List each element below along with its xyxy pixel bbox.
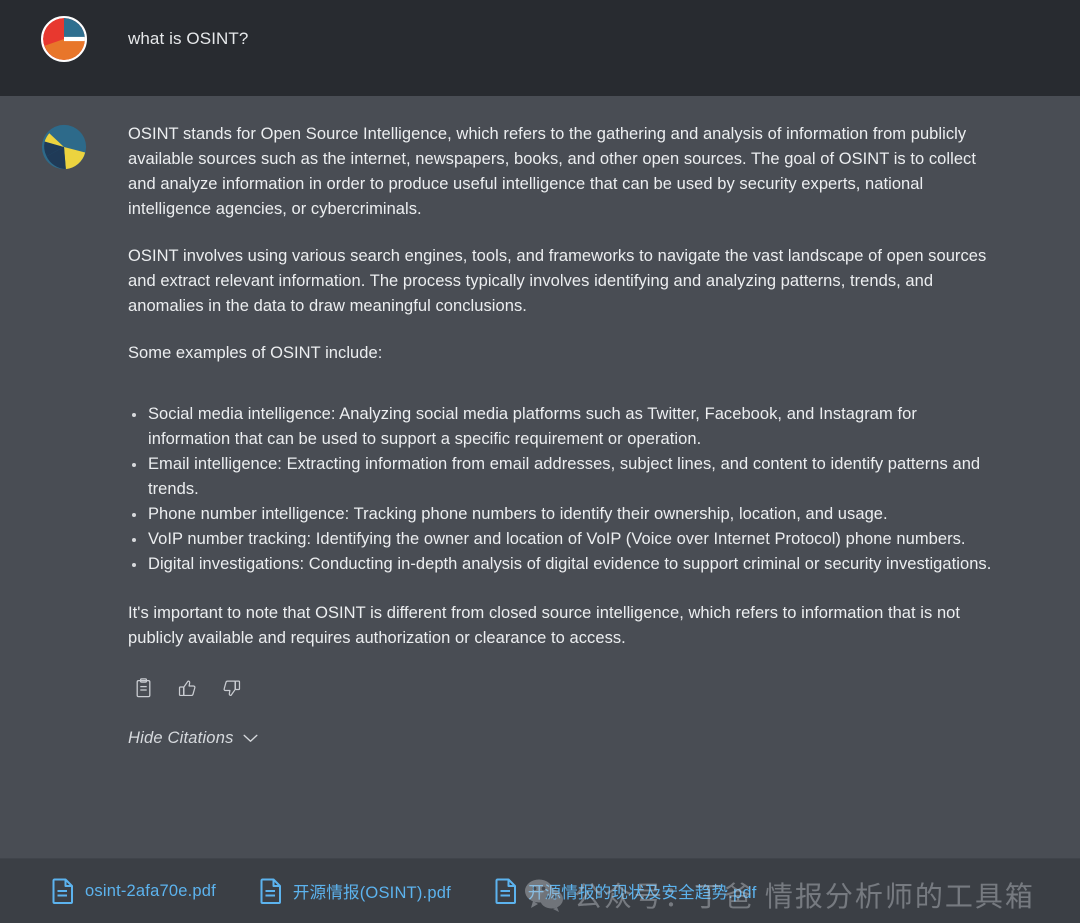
user-pie-avatar (41, 16, 87, 62)
thumbs-down-button[interactable] (216, 673, 246, 703)
assistant-message-row: OSINT stands for Open Source Intelligenc… (0, 96, 1080, 858)
citation-filename: 开源情报(OSINT).pdf (292, 884, 451, 902)
user-message-row: what is OSINT? (0, 0, 1080, 96)
pie-chart-icon (41, 124, 87, 170)
list-item: Email intelligence: Extracting informati… (128, 452, 998, 502)
hide-citations-label: Hide Citations (128, 729, 234, 747)
copy-button[interactable] (128, 673, 158, 703)
thumbs-down-icon (223, 679, 240, 696)
thumbs-up-button[interactable] (172, 673, 202, 703)
citation-link[interactable]: osint-2afa70e.pdf (52, 878, 216, 904)
list-item: Phone number intelligence: Tracking phon… (128, 502, 998, 527)
assistant-pie-avatar (41, 124, 87, 170)
document-icon (260, 878, 281, 904)
citation-link[interactable]: 开源情报(OSINT).pdf (260, 878, 451, 904)
list-item: VoIP number tracking: Identifying the ow… (128, 527, 998, 552)
clipboard-icon (136, 678, 150, 698)
osint-examples-list: Social media intelligence: Analyzing soc… (128, 402, 998, 577)
paragraph-2: OSINT involves using various search engi… (128, 247, 987, 315)
paragraph-1: OSINT stands for Open Source Intelligenc… (128, 125, 976, 218)
assistant-avatar-container (0, 122, 128, 170)
citations-strip: osint-2afa70e.pdf 开源情报(OSINT).pdf 开源情报的现… (0, 859, 1080, 923)
assistant-message-body: OSINT stands for Open Source Intelligenc… (128, 122, 1018, 748)
user-avatar-container (0, 14, 128, 62)
citation-filename: osint-2afa70e.pdf (85, 881, 216, 900)
user-message-text: what is OSINT? (128, 29, 249, 48)
citation-link[interactable]: 开源情报的现状及安全趋势.pdf (495, 878, 757, 904)
hide-citations-toggle[interactable]: Hide Citations (128, 729, 258, 748)
document-icon (52, 878, 73, 904)
document-icon (495, 878, 516, 904)
pie-chart-icon (43, 18, 85, 60)
list-item: Social media intelligence: Analyzing soc… (128, 402, 998, 452)
closing-paragraph: It's important to note that OSINT is dif… (128, 604, 961, 647)
thumbs-up-icon (178, 680, 195, 696)
citation-filename: 开源情报的现状及安全趋势.pdf (527, 884, 757, 902)
list-item: Digital investigations: Conducting in-de… (128, 552, 998, 577)
paragraph-3: Some examples of OSINT include: (128, 344, 383, 362)
chevron-down-icon (243, 734, 257, 742)
message-action-bar (128, 673, 998, 703)
